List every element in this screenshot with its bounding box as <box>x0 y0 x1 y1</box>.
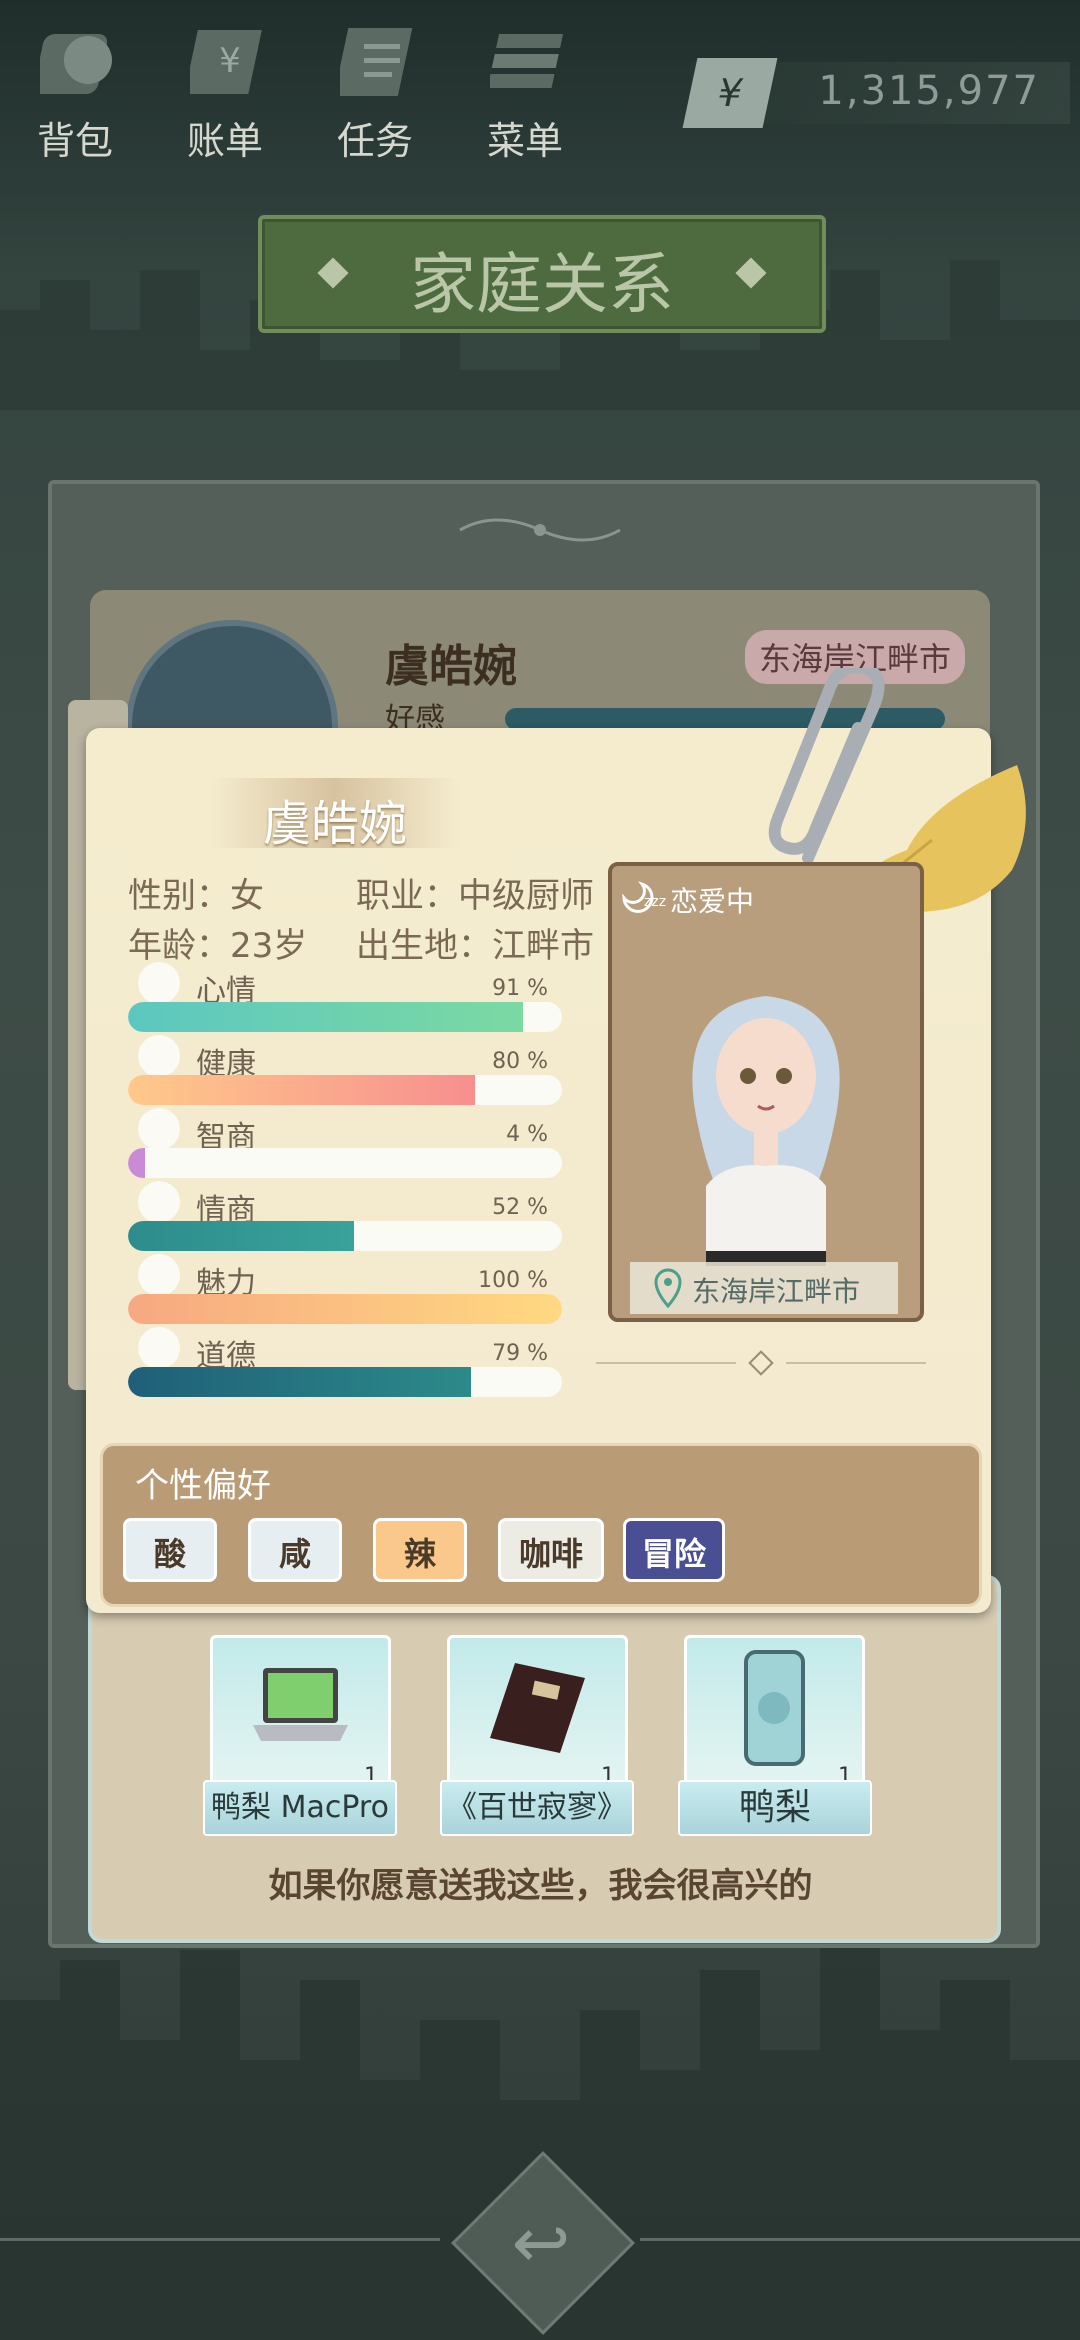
preference-adventure[interactable]: 冒险 <box>623 1518 725 1582</box>
stat-row: 心情 91 % <box>128 962 568 1035</box>
character-name: 虞皓婉 <box>262 796 407 852</box>
preference-sour-label: 酸 <box>153 1535 186 1573</box>
page-title: 家庭关系 <box>410 246 674 323</box>
nav-task-button[interactable]: 任务 <box>305 10 445 163</box>
stat-bar <box>128 1075 562 1105</box>
preference-spicy[interactable]: 辣 <box>373 1518 467 1582</box>
stat-bar-fill <box>128 1294 562 1324</box>
name-banner: 虞皓婉 <box>210 778 460 852</box>
stat-percent: 79 % <box>492 1341 548 1366</box>
stat-row: 魅力 100 % <box>128 1254 568 1327</box>
gender-label: 性别：女 <box>128 876 264 916</box>
money-display: ¥ 1,315,977 <box>682 58 1070 128</box>
character-portrait[interactable]: zzz 恋爱中 东海岸江畔市 <box>608 862 924 1322</box>
gift-slot-book[interactable]: 1 <box>447 1635 628 1796</box>
nav-bag-button[interactable]: 背包 <box>5 10 145 163</box>
gift-name-laptop: 鸭梨 MacPro <box>203 1780 397 1836</box>
svg-text:zzz: zzz <box>644 894 666 910</box>
ornament-flourish <box>459 518 621 542</box>
stats-list: 心情 91 % 健康 80 % 智商 4 % 情商 52 % 魅力 100 % 道德 79 % <box>128 962 568 1412</box>
preference-sour[interactable]: 酸 <box>123 1518 217 1582</box>
currency-icon: ¥ <box>682 58 778 128</box>
gift-slot-laptop[interactable]: 1 <box>210 1635 391 1796</box>
gift-name-phone: 鸭梨 <box>678 1780 872 1836</box>
gift-slot-phone[interactable]: 1 <box>684 1635 865 1796</box>
gift-caption: 如果你愿意送我这些，我会很高兴的 <box>268 1866 813 1906</box>
stat-bar <box>128 1294 562 1324</box>
stat-row: 健康 80 % <box>128 1035 568 1108</box>
sleep-icon: zzz <box>622 881 666 913</box>
relationship-status: 恋爱中 <box>670 885 755 918</box>
preference-salty[interactable]: 咸 <box>248 1518 342 1582</box>
nav-menu-button[interactable]: 菜单 <box>455 10 595 163</box>
bill-icon: ¥ <box>190 30 262 94</box>
scale-icon <box>138 1327 180 1369</box>
preference-spicy-label: 辣 <box>403 1535 436 1573</box>
stat-percent: 4 % <box>506 1122 548 1147</box>
stat-bar <box>128 1221 562 1251</box>
nav-task-label: 任务 <box>336 119 413 163</box>
gift-name-book: 《百世寂寥》 <box>440 1780 634 1836</box>
bottom-line-left <box>0 2238 440 2241</box>
portrait-location: 东海岸江畔市 <box>692 1275 861 1308</box>
bulb-icon <box>138 1108 180 1150</box>
character-avatar <box>692 996 840 1266</box>
stat-bar-fill <box>128 1367 471 1397</box>
phone-icon <box>744 1650 805 1766</box>
birthplace-label: 出生地：江畔市 <box>356 926 594 966</box>
stat-percent: 100 % <box>478 1268 548 1293</box>
stat-bar-fill <box>128 1075 476 1105</box>
preference-salty-label: 咸 <box>278 1535 311 1573</box>
preference-coffee-label: 咖啡 <box>518 1535 583 1573</box>
job-label: 职业：中级厨师 <box>356 876 594 916</box>
divider-ornament <box>596 1350 926 1376</box>
stat-percent: 80 % <box>492 1049 548 1074</box>
preferences-panel: 个性偏好 酸 咸 辣 咖啡 冒险 <box>100 1443 982 1607</box>
stat-bar <box>128 1002 562 1032</box>
stat-percent: 91 % <box>492 976 548 1001</box>
apple-icon <box>138 1181 180 1223</box>
preference-adventure-label: 冒险 <box>641 1535 706 1573</box>
bag-icon <box>40 34 112 94</box>
location-pin-icon <box>654 1268 682 1308</box>
stat-row: 道德 79 % <box>128 1327 568 1400</box>
stat-row: 情商 52 % <box>128 1181 568 1254</box>
stat-bar <box>128 1367 562 1397</box>
stat-bar-fill <box>128 1221 354 1251</box>
book-icon <box>490 1663 585 1753</box>
stat-bar-fill <box>128 1002 523 1032</box>
smile-icon <box>138 962 180 1004</box>
money-value: 1,315,977 <box>818 68 1040 114</box>
page-title-plate: 家庭关系 <box>258 215 826 333</box>
portrait-location-bar: 东海岸江畔市 <box>630 1262 898 1314</box>
stat-bar-fill <box>128 1148 146 1178</box>
svg-text:¥: ¥ <box>219 41 241 81</box>
stat-percent: 52 % <box>492 1195 548 1220</box>
nav-bag-label: 背包 <box>36 119 113 163</box>
task-icon <box>340 28 413 96</box>
preferences-title: 个性偏好 <box>135 1466 271 1506</box>
nav-bill-label: 账单 <box>186 119 263 163</box>
back-card-name: 虞皓婉 <box>385 641 517 692</box>
age-label: 年龄：23岁 <box>128 926 308 966</box>
preference-coffee[interactable]: 咖啡 <box>498 1518 604 1582</box>
bottom-line-right <box>640 2238 1080 2241</box>
nav-menu-label: 菜单 <box>486 119 563 163</box>
back-arrow-icon: ↩ <box>511 2202 571 2284</box>
stat-row: 智商 4 % <box>128 1108 568 1181</box>
nav-bill-button[interactable]: ¥ 账单 <box>155 10 295 163</box>
laptop-icon <box>253 1668 348 1741</box>
stat-bar <box>128 1148 562 1178</box>
heart-icon <box>138 1035 180 1077</box>
sparkle-icon <box>138 1254 180 1296</box>
menu-icon <box>490 34 564 88</box>
